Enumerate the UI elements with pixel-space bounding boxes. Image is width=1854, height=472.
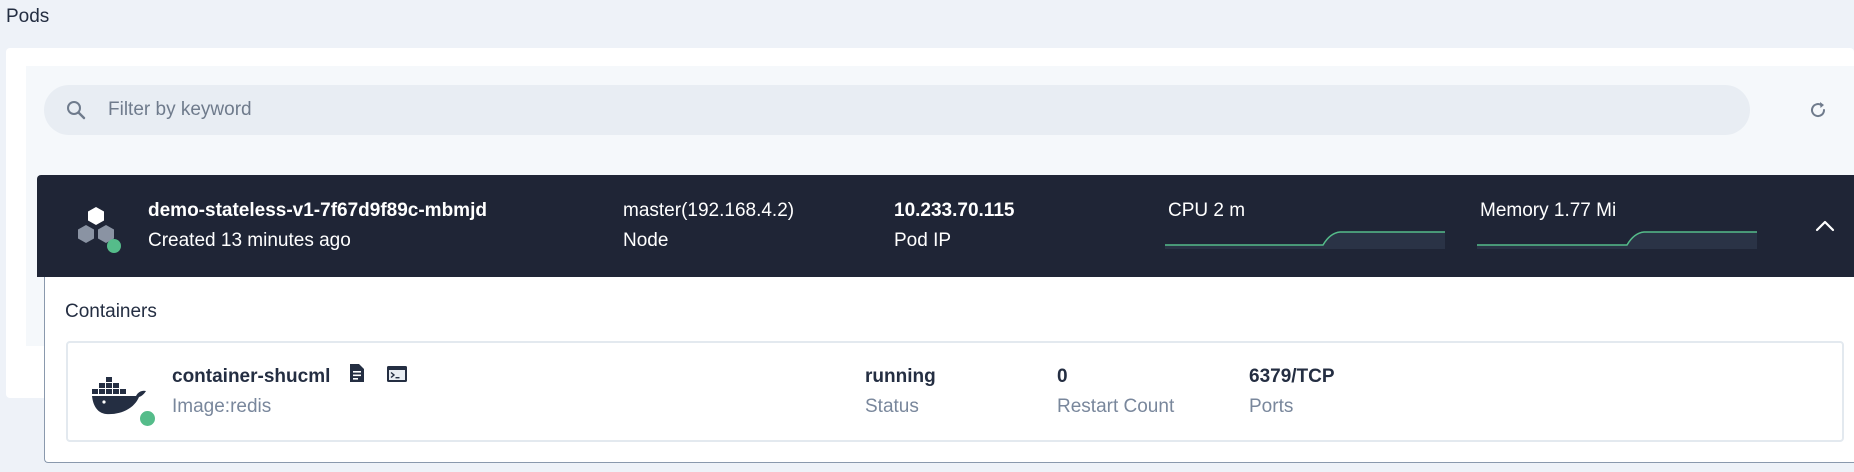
pod-memory-cell: Memory 1.77 Mi — [1480, 197, 1616, 225]
container-name[interactable]: container-shucml — [172, 366, 330, 387]
pod-node-cell: master(192.168.4.2) Node — [623, 197, 794, 257]
refresh-button[interactable] — [1805, 97, 1831, 123]
log-file-icon[interactable] — [349, 363, 364, 391]
pod-node-label: Node — [623, 230, 669, 251]
terminal-icon[interactable] — [386, 363, 407, 391]
container-restart-value: 0 — [1057, 366, 1068, 387]
containers-panel: Containers container-shucml Image:redis … — [44, 277, 1854, 463]
section-title: Pods — [6, 6, 50, 27]
pod-name[interactable]: demo-stateless-v1-7f67d9f89c-mbmjd — [148, 197, 487, 225]
pod-status-dot — [107, 239, 121, 253]
memory-label: Memory 1.77 Mi — [1480, 200, 1617, 221]
search-icon — [64, 98, 88, 122]
container-card[interactable]: container-shucml Image:redis running Sta… — [66, 341, 1844, 442]
container-restart-cell: 0 Restart Count — [1057, 363, 1174, 423]
pod-node-value: master(192.168.4.2) — [623, 200, 795, 221]
cpu-label: CPU 2 m — [1168, 200, 1246, 221]
docker-icon — [92, 373, 150, 417]
container-status-dot — [140, 411, 155, 426]
search-bar[interactable] — [44, 85, 1750, 135]
container-name-cell: container-shucml Image:redis — [172, 363, 407, 423]
pod-name-cell: demo-stateless-v1-7f67d9f89c-mbmjd Creat… — [148, 197, 487, 257]
container-status-value: running — [865, 366, 936, 387]
container-ports-cell: 6379/TCP Ports — [1249, 363, 1335, 423]
collapse-button[interactable] — [1812, 213, 1838, 239]
container-restart-label: Restart Count — [1057, 396, 1175, 417]
container-ports-value: 6379/TCP — [1249, 366, 1335, 387]
refresh-icon — [1811, 102, 1826, 118]
container-image: Image:redis — [172, 396, 272, 418]
containers-title: Containers — [65, 301, 157, 322]
container-status-cell: running Status — [865, 363, 936, 423]
pod-icon — [75, 205, 127, 257]
cpu-sparkline — [1165, 231, 1445, 249]
container-ports-label: Ports — [1249, 396, 1294, 417]
container-name-row: container-shucml — [172, 363, 407, 391]
pod-ip-value: 10.233.70.115 — [894, 200, 1015, 221]
pod-ip-cell: 10.233.70.115 Pod IP — [894, 197, 1014, 257]
container-status-label: Status — [865, 396, 919, 417]
pod-row[interactable]: demo-stateless-v1-7f67d9f89c-mbmjd Creat… — [37, 175, 1854, 277]
search-input[interactable] — [108, 99, 1708, 121]
pod-cpu-cell: CPU 2 m — [1168, 197, 1245, 225]
chevron-up-icon — [1815, 220, 1835, 232]
pod-created: Created 13 minutes ago — [148, 230, 351, 251]
pod-ip-label: Pod IP — [894, 230, 952, 251]
memory-sparkline — [1477, 231, 1757, 249]
